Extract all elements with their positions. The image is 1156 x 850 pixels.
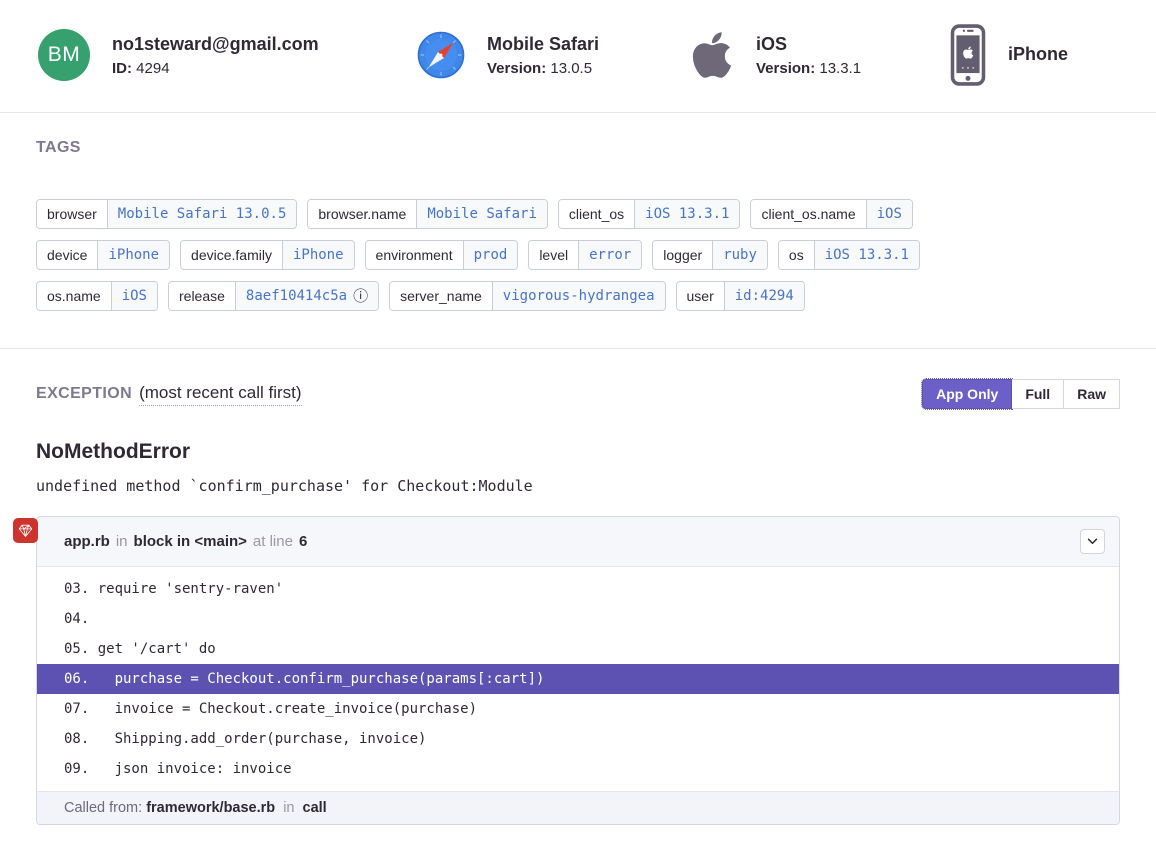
os-name: iOS: [756, 33, 861, 56]
code-line: 03. require 'sentry-raven': [37, 574, 1119, 604]
tag-key[interactable]: browser: [37, 200, 107, 228]
user-email: no1steward@gmail.com: [112, 33, 319, 56]
tag-key[interactable]: client_os.name: [751, 200, 865, 228]
error-message: undefined method `confirm_purchase' for …: [36, 477, 1120, 495]
tag-key[interactable]: environment: [366, 241, 463, 269]
exception-section-label: EXCEPTION: [36, 385, 132, 403]
stack-frame: app.rb in block in <main> at line 6 03. …: [36, 516, 1120, 825]
tag-pill[interactable]: os.name iOSⓘ: [36, 281, 158, 311]
tag-value[interactable]: iPhoneⓘ: [97, 241, 169, 269]
event-context-bar: BM no1steward@gmail.com ID: 4294: [0, 0, 1156, 113]
tag-value[interactable]: iOS 13.3.1ⓘ: [814, 241, 919, 269]
error-type: NoMethodError: [36, 440, 1120, 464]
stacktrace-view-toggle: App Only Full Raw: [922, 379, 1120, 409]
apple-icon: [690, 29, 734, 81]
code-line: 09. json invoice: invoice: [37, 754, 1119, 784]
caller-function: call: [303, 800, 327, 816]
code-line: 08. Shipping.add_order(purchase, invoice…: [37, 724, 1119, 754]
context-device: iPhone: [950, 24, 1068, 86]
tag-value[interactable]: iOS 13.3.1ⓘ: [634, 200, 739, 228]
tag-value[interactable]: id:4294ⓘ: [724, 282, 804, 310]
tag-pill[interactable]: logger rubyⓘ: [652, 240, 768, 270]
frame-function: block in <main>: [134, 533, 247, 550]
tag-key[interactable]: os: [779, 241, 814, 269]
tag-pill[interactable]: device iPhoneⓘ: [36, 240, 170, 270]
tag-key[interactable]: user: [677, 282, 724, 310]
tags-section: TAGS browser Mobile Safari 13.0.5ⓘ brows…: [0, 139, 1156, 349]
safari-icon: [417, 31, 465, 79]
frame-filename: app.rb: [64, 533, 110, 550]
exception-order-hint[interactable]: (most recent call first): [139, 383, 301, 406]
tag-key[interactable]: client_os: [559, 200, 634, 228]
code-line: 06. purchase = Checkout.confirm_purchase…: [37, 664, 1119, 694]
code-line: 04.: [37, 604, 1119, 634]
tag-pill[interactable]: browser Mobile Safari 13.0.5ⓘ: [36, 199, 297, 229]
tag-pill[interactable]: browser.name Mobile Safariⓘ: [307, 199, 548, 229]
tag-pill[interactable]: release 8aef10414c5aⓘ: [168, 281, 379, 311]
chevron-down-icon: [1087, 538, 1098, 545]
tag-value[interactable]: Mobile Safariⓘ: [416, 200, 547, 228]
frame-footer: Called from: framework/base.rb in call: [37, 791, 1119, 824]
tag-pill[interactable]: server_name vigorous-hydrangeaⓘ: [389, 281, 665, 311]
ruby-icon: [13, 518, 38, 543]
stacktrace-view-button[interactable]: Raw: [1064, 379, 1120, 409]
context-user: BM no1steward@gmail.com ID: 4294: [38, 29, 417, 81]
os-version: Version: 13.3.1: [756, 60, 861, 77]
user-avatar: BM: [38, 29, 90, 81]
tag-key[interactable]: level: [529, 241, 578, 269]
device-name: iPhone: [1008, 43, 1068, 66]
info-icon[interactable]: ⓘ: [353, 289, 368, 304]
tag-pill[interactable]: user id:4294ⓘ: [676, 281, 805, 311]
frame-line-number: 6: [299, 533, 307, 550]
tag-value[interactable]: rubyⓘ: [712, 241, 767, 269]
context-os: iOS Version: 13.3.1: [690, 29, 950, 81]
tag-pill[interactable]: client_os iOS 13.3.1ⓘ: [558, 199, 741, 229]
frame-source-code: 03. require 'sentry-raven' 04. 05. get '…: [37, 567, 1119, 791]
tag-pill[interactable]: level errorⓘ: [528, 240, 642, 270]
tag-pill[interactable]: client_os.name iOSⓘ: [750, 199, 912, 229]
tag-key[interactable]: browser.name: [308, 200, 416, 228]
tags-section-label: TAGS: [36, 139, 1120, 157]
tag-list: browser Mobile Safari 13.0.5ⓘ browser.na…: [36, 199, 1046, 348]
tag-pill[interactable]: os iOS 13.3.1ⓘ: [778, 240, 920, 270]
tag-value[interactable]: iPhoneⓘ: [282, 241, 354, 269]
stacktrace-view-button[interactable]: App Only: [922, 379, 1012, 409]
code-line: 07. invoice = Checkout.create_invoice(pu…: [37, 694, 1119, 724]
stacktrace-view-button[interactable]: Full: [1012, 379, 1064, 409]
tag-value[interactable]: 8aef10414c5aⓘ: [235, 282, 378, 310]
tag-key[interactable]: server_name: [390, 282, 492, 310]
tag-value[interactable]: Mobile Safari 13.0.5ⓘ: [107, 200, 297, 228]
caller-file: framework/base.rb: [146, 800, 275, 816]
tag-pill[interactable]: device.family iPhoneⓘ: [180, 240, 355, 270]
user-id: ID: 4294: [112, 60, 319, 77]
code-line: 05. get '/cart' do: [37, 634, 1119, 664]
tag-value[interactable]: errorⓘ: [578, 241, 641, 269]
frame-header: app.rb in block in <main> at line 6: [37, 517, 1119, 567]
context-browser: Mobile Safari Version: 13.0.5: [417, 31, 690, 79]
tag-value[interactable]: iOSⓘ: [866, 200, 912, 228]
tag-value[interactable]: prodⓘ: [463, 241, 518, 269]
tag-value[interactable]: iOSⓘ: [111, 282, 157, 310]
iphone-icon: [950, 24, 986, 86]
browser-name: Mobile Safari: [487, 33, 599, 56]
tag-key[interactable]: os.name: [37, 282, 111, 310]
frame-collapse-button[interactable]: [1080, 529, 1105, 554]
exception-section: EXCEPTION (most recent call first) App O…: [0, 379, 1156, 825]
tag-key[interactable]: logger: [653, 241, 712, 269]
tag-key[interactable]: device.family: [181, 241, 282, 269]
tag-key[interactable]: device: [37, 241, 97, 269]
tag-value[interactable]: vigorous-hydrangeaⓘ: [492, 282, 665, 310]
tag-key[interactable]: release: [169, 282, 235, 310]
browser-version: Version: 13.0.5: [487, 60, 599, 77]
tag-pill[interactable]: environment prodⓘ: [365, 240, 519, 270]
